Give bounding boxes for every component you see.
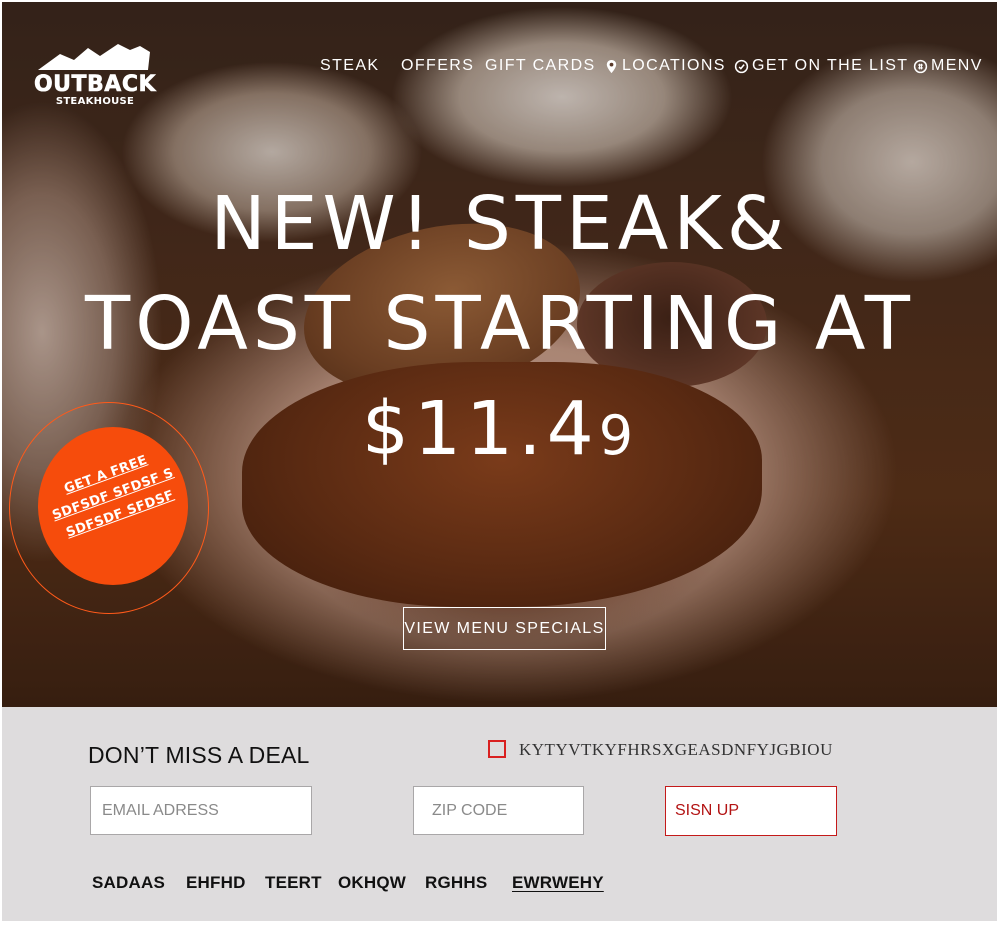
signup-checkbox[interactable] <box>488 740 506 758</box>
hero-price-main: $11.4 <box>361 386 599 472</box>
logo-mountain-icon <box>38 44 150 70</box>
view-menu-specials-button[interactable]: VIEW MENU SPECIALS <box>403 607 606 650</box>
nav-item-locations[interactable]: LOCATIONS <box>604 55 726 77</box>
nav-item-steak[interactable]: STEAK <box>320 55 379 77</box>
zip-code-field[interactable] <box>413 786 584 835</box>
footer-link[interactable]: OKHQW <box>338 873 406 893</box>
footer-link[interactable]: TEERT <box>265 873 322 893</box>
nav-item-label: OFFERS <box>401 57 475 74</box>
email-field[interactable] <box>90 786 312 835</box>
hero-headline-line1: NEW! STEAK& <box>210 181 790 267</box>
nav-item-menu[interactable]: MENV <box>913 55 983 77</box>
hero-price-cents: 9 <box>598 404 639 467</box>
footer-link[interactable]: EHFHD <box>186 873 246 893</box>
hero-headline-line2: TOAST STARTING AT <box>85 281 915 367</box>
promo-badge[interactable]: GET A FREE SDFSDF SFDSF S SDFSDF SFDSF <box>38 427 188 585</box>
footer-link-active[interactable]: EWRWEHY <box>512 873 604 893</box>
menu-icon <box>913 59 928 73</box>
signup-checkbox-label: KYTYVTKYFHRSXGEASDNFYJGBIOU <box>519 740 833 759</box>
nav-item-offers[interactable]: OFFERS <box>401 55 474 77</box>
nav-item-label: GIFT CARDS <box>485 57 596 74</box>
nav-item-label: LOCATIONS <box>622 57 726 74</box>
signup-section: DON’T MISS A DEAL KYTYVTKYFHRSXGEASDNFYJ… <box>2 707 997 921</box>
sign-up-button[interactable]: SISN UP <box>665 786 837 836</box>
nav-item-label: MENV <box>931 57 983 74</box>
brand-logo[interactable]: OUTBACK STEAKHOUSE <box>30 40 160 112</box>
brand-name: OUTBACK <box>33 72 157 98</box>
location-pin-icon <box>606 59 617 73</box>
nav-item-gift-cards[interactable]: GIFT CARDS <box>485 55 596 77</box>
nav-item-label: STEAK <box>320 57 380 74</box>
signup-title: DON’T MISS A DEAL <box>88 742 310 768</box>
nav-item-get-on-the-list[interactable]: GET ON THE LIST <box>734 55 908 77</box>
brand-tagline: STEAKHOUSE <box>55 96 135 107</box>
promo-badge-text: GET A FREE SDFSDF SFDSF S SDFSDF SFDSF <box>32 439 195 550</box>
nav-item-label: GET ON THE LIST <box>752 57 909 74</box>
footer-link[interactable]: RGHHS <box>425 873 487 893</box>
footer-link[interactable]: SADAAS <box>92 873 165 893</box>
page: OUTBACK STEAKHOUSE STEAK OFFERS GIFT CAR… <box>0 0 1000 935</box>
list-icon <box>734 59 749 73</box>
